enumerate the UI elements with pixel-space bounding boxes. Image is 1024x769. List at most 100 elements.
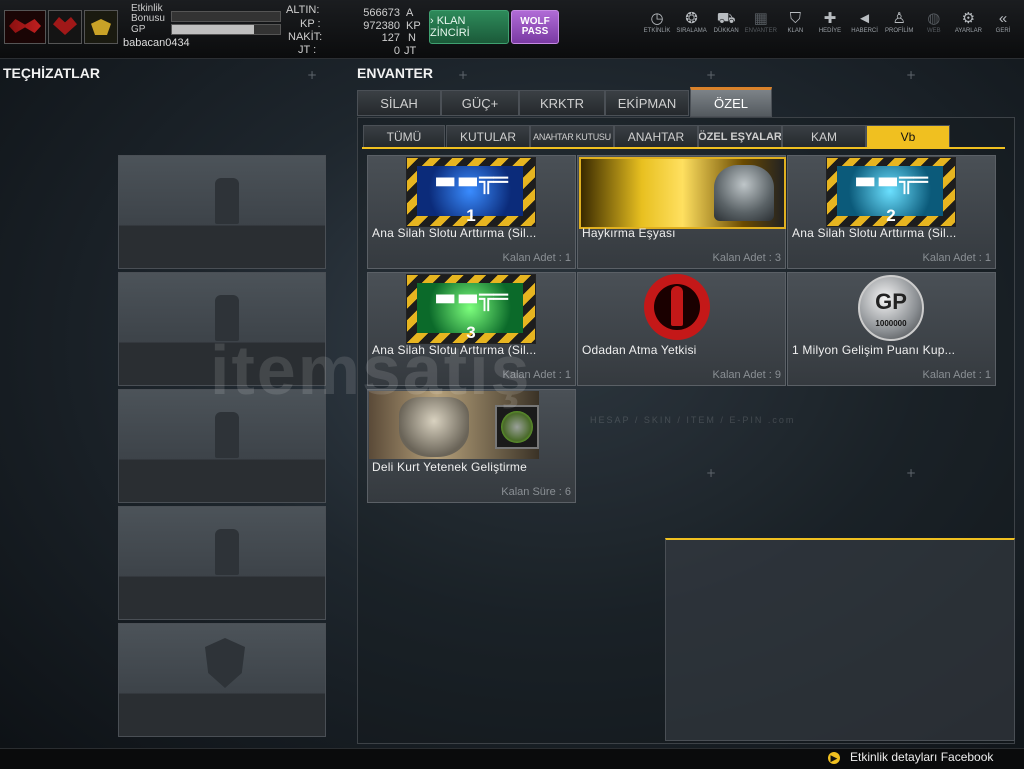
nav-label: DÜKKAN (713, 28, 739, 34)
user-icon: ♙ (892, 10, 906, 27)
inventory-title: ENVANTER (357, 65, 433, 81)
nav-shield[interactable]: ⛉ KLAN (776, 10, 814, 48)
username: babacan0434 (123, 37, 190, 49)
nav-label: HABERCİ (851, 28, 878, 34)
item-count: Kalan Adet : 1 (922, 369, 992, 381)
plus-marker-icon: + (906, 68, 917, 82)
item-card[interactable]: Haykırma Eşyası Kalan Adet : 3 (577, 155, 786, 269)
equipment-slot[interactable] (118, 623, 326, 737)
nav-label: KLAN (787, 28, 804, 34)
item-card[interactable]: Odadan Atma Yetkisi Kalan Adet : 9 (577, 272, 786, 386)
nav-user[interactable]: ♙ PROFİLİM (880, 10, 918, 48)
gp-coin-icon: GP 1000000 (858, 275, 924, 341)
ticker-text: Etkinlik detayları Facebook (850, 750, 994, 764)
event-ticker[interactable]: ▶ Etkinlik detayları Facebook (828, 750, 993, 764)
equipment-slot[interactable] (118, 506, 326, 620)
wolf-pass-button[interactable]: WOLF PASS (511, 10, 559, 44)
plus-marker-icon: + (706, 466, 717, 480)
plus-marker-icon: + (458, 68, 469, 82)
gear-icon: ⚙ (961, 10, 976, 27)
soldier-icon (714, 165, 774, 221)
nav-back[interactable]: «GERİ (984, 10, 1022, 48)
cart-icon: ⛟ (716, 10, 736, 27)
gp-coupon-thumbnail: GP 1000000 (856, 274, 924, 342)
subtab-vb[interactable]: Vb (866, 125, 950, 149)
nav-label: AYARLAR (954, 28, 982, 34)
watermark-subtext: HESAP / SKIN / ITEM / E-PIN .com (590, 415, 796, 425)
subtab-anahtar-kutusu[interactable]: ANAHTAR KUTUSU (530, 125, 614, 149)
rifle-icon: ▬▬╦═ (433, 166, 509, 194)
tab-guc[interactable]: GÜÇ+ (441, 90, 519, 116)
jt-label: JT : (298, 44, 317, 56)
tab-ozel[interactable]: ÖZEL (690, 87, 772, 117)
nav-inventory[interactable]: ▦ ENVANTER (742, 10, 780, 48)
spray-icon (215, 412, 239, 458)
weapon-slot-thumbnail: ▬▬╦═ 2 (826, 157, 956, 227)
subtab-underline (362, 147, 1005, 149)
weapon-slot-thumbnail: ▬▬╦═ 1 (406, 157, 536, 227)
nav-megaphone[interactable]: ◄ HABERCİ (846, 10, 884, 48)
nav-globe[interactable]: ◍ WEB (915, 10, 953, 48)
nav-label: SIRALAMA (676, 28, 707, 34)
back-icon: « (998, 10, 1008, 27)
nav-medal[interactable]: ❂ SIRALAMA (673, 10, 711, 48)
nav-clock[interactable]: ◷ ETKİNLİK (638, 10, 676, 48)
subtab-tumu[interactable]: TÜMÜ (363, 125, 445, 149)
etkinlik-bonus-label: Etkinlik Bonusu (131, 3, 165, 24)
altin-value: 566673 (363, 7, 400, 19)
altin-label: ALTIN: (286, 4, 320, 16)
plus-marker-icon: + (307, 68, 318, 82)
item-name: Ana Silah Slotu Arttırma (Sil... (792, 226, 957, 240)
item-count: Kalan Adet : 3 (712, 252, 782, 264)
nav-label: ENVANTER (744, 28, 777, 34)
shield-icon: ⛉ (789, 10, 802, 27)
subtab-kutular[interactable]: KUTULAR (446, 125, 530, 149)
tab-krktr[interactable]: KRKTR (519, 90, 605, 116)
item-card[interactable]: ▬▬╦═ 2 Ana Silah Slotu Arttırma (Sil... … (787, 155, 996, 269)
currency-panel: ALTIN: 566673 A KP : 972380 KP NAKİT: 12… (282, 2, 422, 57)
subtab-ozel-esyalar[interactable]: ÖZEL EŞYALAR (698, 125, 782, 149)
equipment-slot[interactable] (118, 155, 326, 269)
nakit-label: NAKİT: (288, 31, 323, 43)
rifle-icon: ▬▬╦═ (853, 166, 929, 194)
nakit-value: 127 (381, 32, 400, 44)
kp-value: 972380 (363, 20, 400, 32)
subtab-kam[interactable]: KAM (782, 125, 866, 149)
item-name: 1 Milyon Gelişim Puanı Kup... (792, 343, 956, 357)
klan-zinciri-button[interactable]: › KLAN ZİNCİRİ (429, 10, 509, 44)
nav-label: PROFİLİM (885, 28, 914, 34)
item-name: Ana Silah Slotu Arttırma (Sil... (372, 226, 537, 240)
item-name: Haykırma Eşyası (582, 226, 676, 240)
gp-coin-logo: GP (875, 289, 907, 314)
plus-marker-icon: + (706, 68, 717, 82)
shield-icon (205, 638, 245, 688)
jt-unit: JT (404, 45, 417, 57)
nav-label: ETKİNLİK (643, 28, 671, 34)
top-bar: Etkinlik Bonusu GP babacan0434 ALTIN: 56… (0, 0, 1024, 59)
item-detail-panel (665, 538, 1015, 741)
kick-emblem-icon (644, 274, 710, 340)
kp-unit: KP (406, 20, 421, 32)
medal-icon: ❂ (685, 10, 698, 27)
item-name: Deli Kurt Yetenek Geliştirme (372, 460, 528, 474)
skill-badge-icon (495, 405, 539, 449)
tab-silah[interactable]: SİLAH (357, 90, 441, 116)
nav-gift[interactable]: ✚ HEDİYE (811, 10, 849, 48)
kp-label: KP : (300, 18, 321, 30)
nav-label: WEB (926, 28, 941, 34)
jt-value: 0 (393, 45, 400, 57)
item-card[interactable]: GP 1000000 1 Milyon Gelişim Puanı Kup...… (787, 272, 996, 386)
gp-progress-fill (172, 25, 255, 34)
gift-icon: ✚ (823, 10, 837, 27)
gp-coin-amount: 1000000 (875, 319, 907, 328)
gp-label: GP (131, 24, 146, 35)
nav-gear[interactable]: ⚙ AYARLAR (949, 10, 987, 48)
subtab-anahtar[interactable]: ANAHTAR (614, 125, 698, 149)
globe-icon: ◍ (927, 10, 941, 27)
item-count: Kalan Süre : 6 (501, 486, 571, 498)
altin-unit: A (406, 7, 414, 19)
item-card[interactable]: ▬▬╦═ 1 Ana Silah Slotu Arttırma (Sil... … (367, 155, 576, 269)
nav-cart[interactable]: ⛟ DÜKKAN (707, 10, 745, 48)
tab-ekipman[interactable]: EKİPMAN (605, 90, 689, 116)
shout-item-thumbnail (579, 157, 786, 229)
